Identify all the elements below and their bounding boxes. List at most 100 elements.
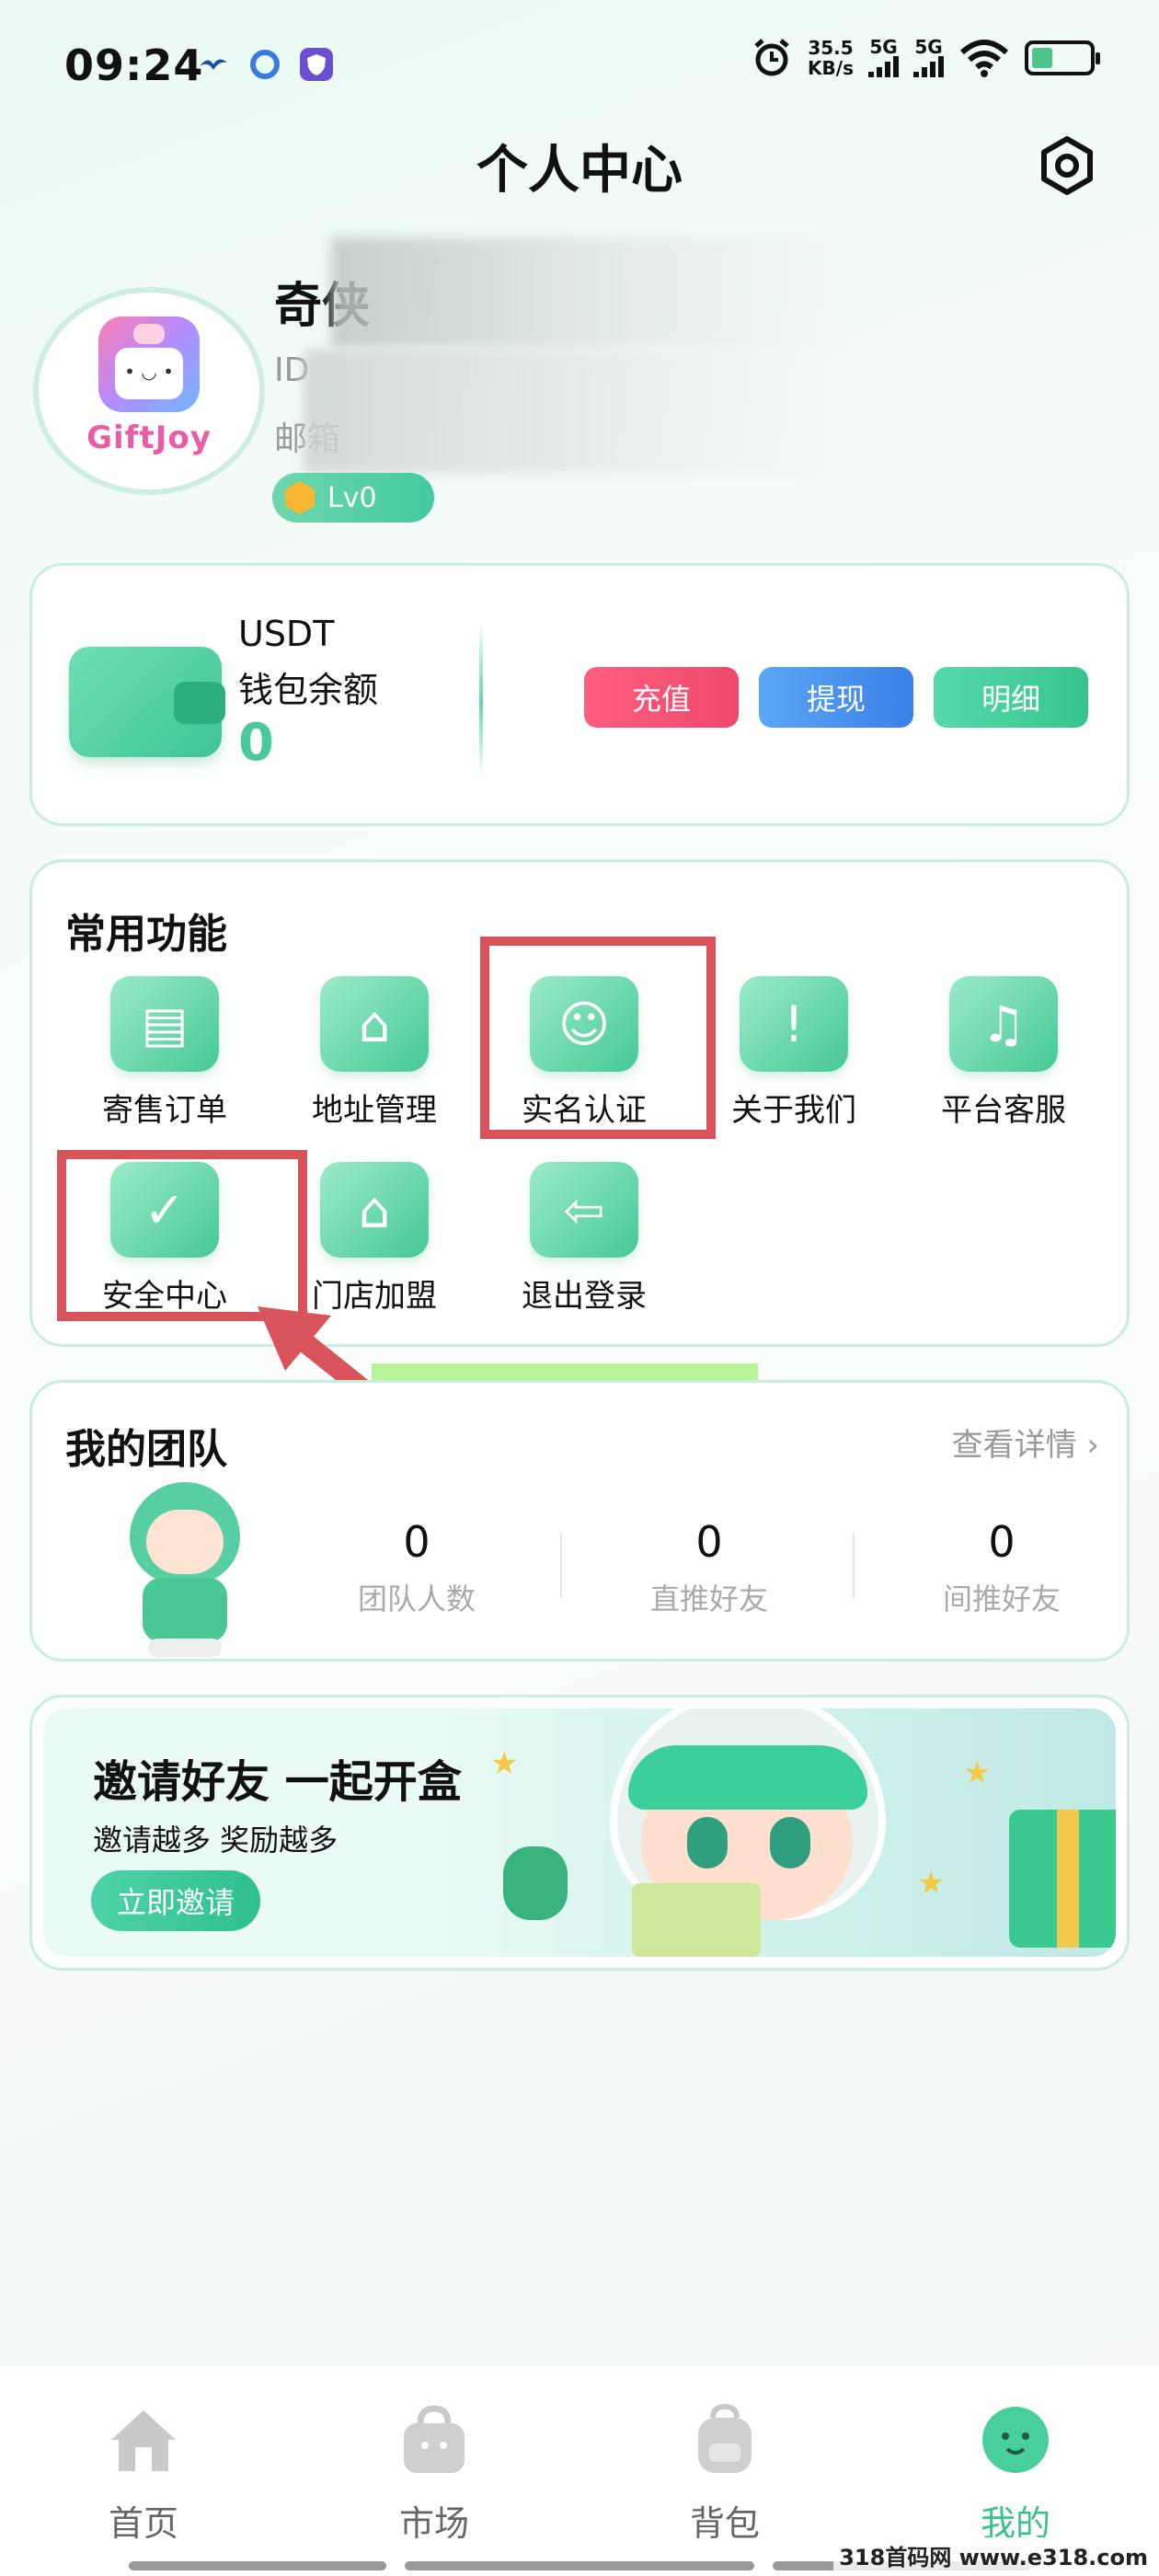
wallet-icon — [69, 647, 225, 757]
giftjoy-logo-icon — [98, 316, 200, 412]
address-icon: ⌂ — [320, 976, 429, 1072]
bear-figure-icon — [503, 1846, 568, 1920]
stat-label: 间推好友 — [942, 1581, 1061, 1616]
func-label: 地址管理 — [312, 1092, 437, 1129]
blind-box-icon — [632, 1883, 761, 1957]
signal-icon — [913, 55, 944, 77]
tab-market[interactable]: 市场 — [342, 2403, 526, 2546]
invite-banner[interactable]: ★ ★ ★ 邀请好友 一起开盒 邀请越多 奖励越多 立即邀请 — [29, 1695, 1130, 1971]
net-speed-unit: KB/s — [808, 57, 854, 79]
settings-button[interactable] — [1030, 129, 1104, 202]
stat-divider — [853, 1534, 855, 1598]
stat-value: 0 — [695, 1517, 723, 1567]
func-support[interactable]: ♫ 平台客服 — [921, 976, 1086, 1130]
home-indicator — [129, 2561, 386, 2570]
team-more-link[interactable]: 查看详情 › — [952, 1420, 1099, 1465]
avatar[interactable]: GiftJoy — [33, 287, 265, 495]
tab-profile[interactable]: 我的 — [924, 2403, 1107, 2546]
chevron-right-icon: › — [1086, 1427, 1099, 1464]
wallet-balance-label: 钱包余额 — [238, 670, 379, 710]
wallet-balance: 0 — [238, 713, 274, 773]
team-card: 我的团队 查看详情 › 0 团队人数 0 直推好友 0 间推好友 — [29, 1380, 1130, 1662]
alarm-icon — [754, 39, 789, 76]
functions-title: 常用功能 — [65, 911, 227, 958]
team-mascot — [120, 1482, 249, 1657]
tab-label: 背包 — [689, 2503, 760, 2544]
team-stat-members: 0 团队人数 — [306, 1517, 527, 1618]
withdraw-button[interactable]: 提现 — [759, 667, 913, 728]
browser-app-icon — [250, 50, 280, 79]
recharge-button[interactable]: 充值 — [584, 667, 739, 728]
market-bag-icon — [404, 2405, 465, 2473]
wallet-card: USDT 钱包余额 0 充值 提现 明细 — [29, 563, 1130, 826]
battery-icon — [1025, 40, 1100, 75]
consign-order-icon: ▤ — [110, 976, 219, 1072]
gift-box-icon — [1009, 1810, 1116, 1948]
star-icon: ★ — [917, 1865, 946, 1902]
stat-divider — [560, 1534, 562, 1598]
crown-badge-icon — [284, 481, 316, 514]
func-label: 退出登录 — [522, 1278, 647, 1315]
status-time: 09:24 — [64, 40, 204, 90]
highlight-verify — [480, 937, 716, 1139]
profile-face-icon — [982, 2407, 1049, 2473]
signal-icon — [868, 55, 899, 77]
level-badge: Lv0 — [272, 473, 434, 523]
star-icon: ★ — [963, 1754, 992, 1791]
func-label: 平台客服 — [941, 1092, 1066, 1129]
detail-button[interactable]: 明细 — [934, 667, 1088, 728]
highlight-security — [57, 1150, 307, 1321]
func-address[interactable]: ⌂ 地址管理 — [292, 976, 457, 1130]
stat-label: 团队人数 — [357, 1581, 476, 1616]
banner-subtitle: 邀请越多 奖励越多 — [93, 1823, 339, 1857]
wifi-icon — [959, 40, 1009, 77]
bird-app-icon — [200, 59, 227, 70]
net-speed-value: 35.5 — [808, 37, 854, 59]
home-icon — [111, 2410, 176, 2471]
func-label: 关于我们 — [731, 1092, 856, 1129]
func-logout[interactable]: ⇦ 退出登录 — [501, 1162, 667, 1316]
sim2-label: 5G — [914, 36, 943, 58]
tab-label: 首页 — [108, 2503, 178, 2544]
team-stat-direct: 0 直推好友 — [599, 1517, 820, 1618]
wallet-divider — [479, 623, 483, 777]
watermark: 318首码网 www.e318.com — [833, 2537, 1153, 2573]
avatar-logo-text: GiftJoy — [86, 420, 212, 456]
page-title: 个人中心 — [476, 141, 683, 201]
wallet-currency: USDT — [238, 614, 335, 654]
stat-value: 0 — [988, 1517, 1016, 1567]
backpack-icon — [698, 2403, 752, 2473]
star-icon: ★ — [490, 1745, 519, 1782]
stat-label: 直推好友 — [649, 1581, 768, 1616]
status-bar: 09:24 35.5 KB/s 5G 5G — [0, 0, 1159, 138]
func-label: 寄售订单 — [102, 1092, 227, 1129]
invite-button[interactable]: 立即邀请 — [91, 1870, 260, 1931]
home-indicator — [405, 2561, 754, 2570]
tab-label: 市场 — [398, 2503, 469, 2544]
stat-value: 0 — [403, 1517, 430, 1567]
tab-backpack[interactable]: 背包 — [633, 2403, 817, 2546]
tab-home[interactable]: 首页 — [52, 2403, 235, 2546]
func-about[interactable]: ! 关于我们 — [711, 976, 877, 1130]
team-title: 我的团队 — [65, 1426, 227, 1473]
signal-sim2: 5G — [913, 36, 944, 77]
about-icon: ! — [740, 976, 848, 1072]
team-more-text: 查看详情 — [951, 1427, 1077, 1464]
store-icon: ⌂ — [320, 1162, 429, 1258]
net-speed: 35.5 KB/s — [808, 38, 854, 78]
team-stat-indirect: 0 间推好友 — [891, 1517, 1112, 1618]
banner-title: 邀请好友 一起开盒 — [93, 1756, 462, 1808]
func-consign-order[interactable]: ▤ 寄售订单 — [82, 976, 247, 1130]
status-right: 35.5 KB/s 5G 5G — [751, 36, 1100, 79]
gear-icon[interactable] — [1037, 135, 1097, 196]
privacy-blur — [331, 237, 837, 348]
shield-app-icon — [300, 48, 333, 81]
support-icon: ♫ — [949, 976, 1058, 1072]
level-text: Lv0 — [327, 481, 377, 514]
func-store[interactable]: ⌂ 门店加盟 — [292, 1162, 457, 1316]
signal-sim1: 5G — [868, 36, 899, 77]
sim1-label: 5G — [869, 36, 898, 58]
status-app-icons — [197, 48, 333, 81]
logout-icon: ⇦ — [530, 1162, 638, 1258]
privacy-blur — [304, 350, 819, 474]
